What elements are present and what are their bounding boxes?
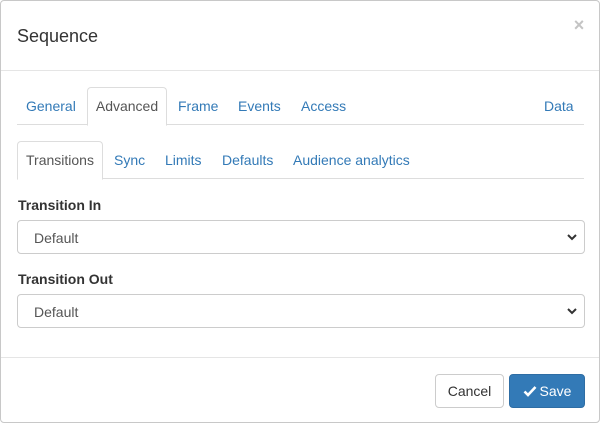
dialog-footer: Cancel Save	[1, 357, 599, 423]
sequence-dialog: Sequence × General Advanced Frame Events…	[0, 0, 600, 423]
tab-advanced[interactable]: Advanced	[87, 87, 167, 126]
dialog-title: Sequence	[17, 26, 99, 46]
save-button[interactable]: Save	[509, 374, 585, 408]
chevron-down-icon	[567, 234, 577, 241]
tab-events[interactable]: Events	[238, 87, 281, 125]
tab-general[interactable]: General	[26, 87, 76, 125]
tab-sync[interactable]: Sync	[114, 141, 145, 179]
dialog-header: Sequence ×	[1, 1, 599, 71]
check-icon	[523, 386, 536, 397]
tab-audience-analytics[interactable]: Audience analytics	[293, 141, 410, 179]
transition-out-value: Default	[34, 304, 79, 320]
tab-access[interactable]: Access	[301, 87, 346, 125]
close-icon[interactable]: ×	[571, 15, 587, 35]
transition-in-value: Default	[34, 230, 79, 246]
save-button-label: Save	[539, 383, 572, 399]
tab-limits[interactable]: Limits	[165, 141, 202, 179]
cancel-button[interactable]: Cancel	[435, 374, 504, 408]
tab-transitions[interactable]: Transitions	[17, 141, 103, 180]
transition-out-label: Transition Out	[18, 271, 113, 287]
tab-defaults[interactable]: Defaults	[222, 141, 273, 179]
main-tabs: General Advanced Frame Events Access Dat…	[17, 87, 584, 126]
tab-frame[interactable]: Frame	[178, 87, 218, 125]
transition-in-label: Transition In	[18, 197, 102, 213]
transition-out-select[interactable]: Default	[17, 294, 585, 328]
transition-in-select[interactable]: Default	[17, 220, 585, 254]
chevron-down-icon	[567, 308, 577, 315]
tab-data[interactable]: Data	[544, 87, 574, 125]
sub-tabs: Transitions Sync Limits Defaults Audienc…	[17, 141, 584, 180]
